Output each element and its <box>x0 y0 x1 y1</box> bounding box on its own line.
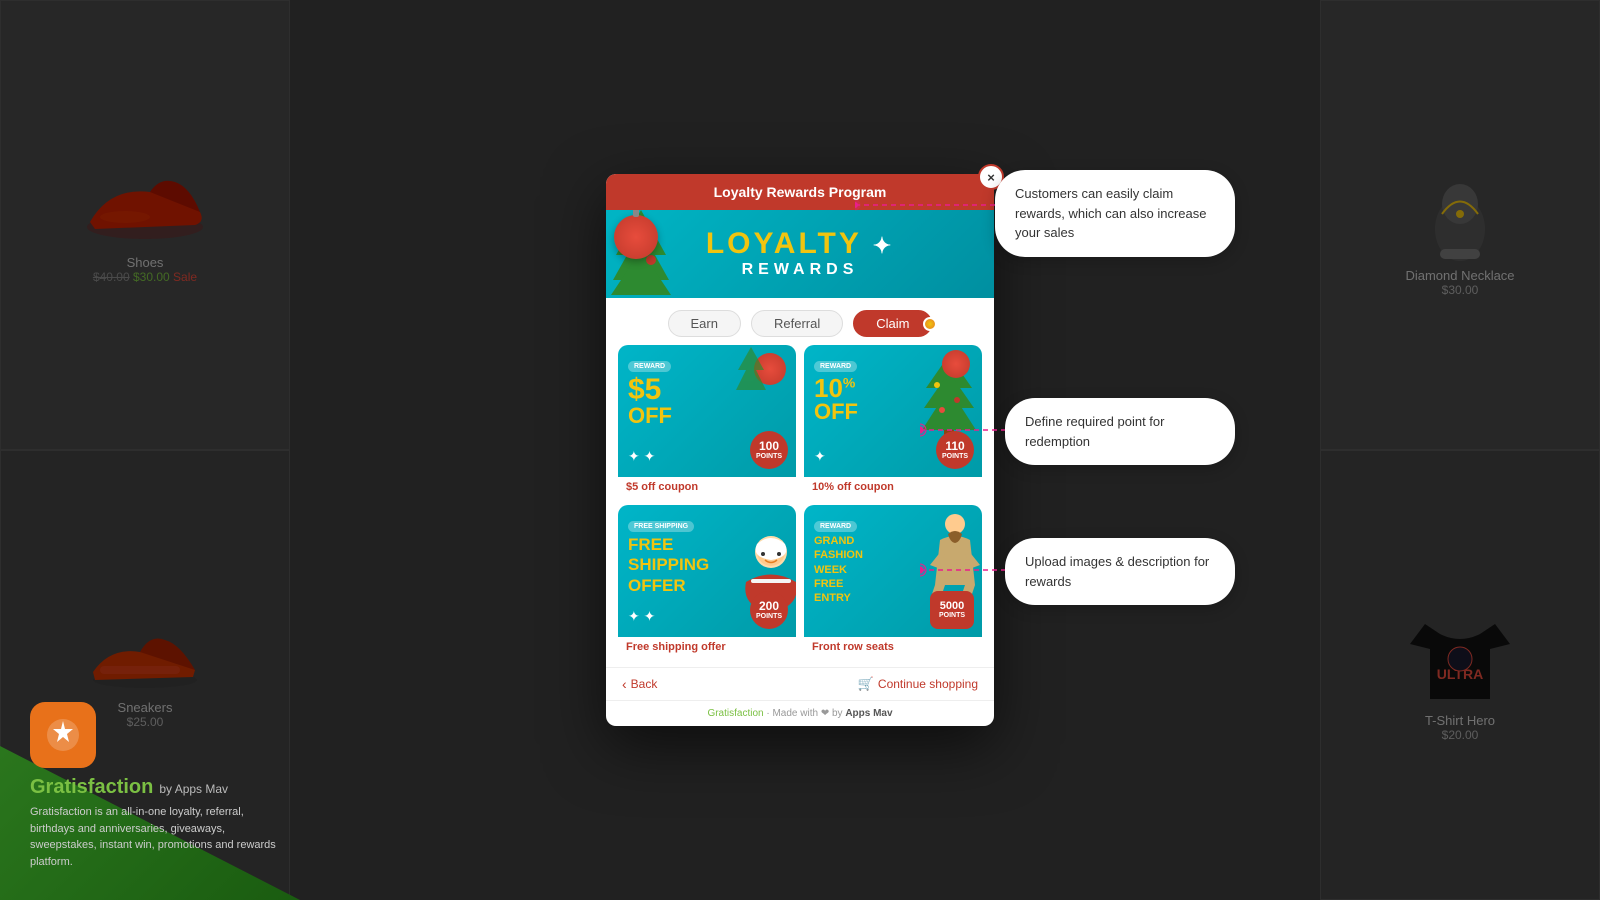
reward-card-bg-4: REWARD GRANDFASHIONWEEKFREEENTRY 5000 PO… <box>804 505 982 637</box>
sparkle-3: ✦ ✦ <box>628 608 655 625</box>
reward-amount-4: GRANDFASHIONWEEKFREEENTRY <box>814 534 894 605</box>
modal-banner: LOYALTY ✦ REWARDS <box>606 210 994 298</box>
reward-card-5off[interactable]: REWARD $5 OFF ✦ ✦ 100 POINTS $5 off coup… <box>618 345 796 497</box>
points-label-3: POINTS <box>756 613 782 621</box>
tab-earn[interactable]: Earn <box>668 310 741 337</box>
reward-badge-4: REWARD <box>814 521 857 532</box>
reward-amount-3: FREESHIPPINGOFFER <box>628 535 718 596</box>
rewards-grid: REWARD $5 OFF ✦ ✦ 100 POINTS $5 off coup… <box>606 345 994 667</box>
continue-label: Continue shopping <box>878 677 978 691</box>
points-label-4: POINTS <box>939 612 965 620</box>
reward-badge-3: FREE SHIPPING <box>628 521 694 532</box>
pine-card-1 <box>736 345 766 405</box>
footer-apps-mav: Apps Mav <box>845 708 892 719</box>
footer-separator: · Made with ❤ by <box>766 708 845 719</box>
points-num-3: 200 <box>759 600 779 613</box>
back-label: Back <box>631 677 658 691</box>
reward-label-2: 10% off coupon <box>804 477 982 497</box>
points-badge-4: 5000 POINTS <box>930 591 974 629</box>
callout-3-text: Upload images & description for rewards <box>1025 554 1209 589</box>
reward-card-bg-2: REWARD 10% OFF ✦ 110 POINTS <box>804 345 982 477</box>
sparkle-2: ✦ <box>814 448 826 465</box>
sparkle-1: ✦ ✦ <box>628 448 655 465</box>
reward-card-bg-1: REWARD $5 OFF ✦ ✦ 100 POINTS <box>618 345 796 477</box>
modal: × Loyalty Rewards Program <box>606 174 994 726</box>
modal-tabs: Earn Referral Claim <box>606 298 994 345</box>
callout-3: Upload images & description for rewards <box>1005 538 1235 605</box>
reward-badge-2: REWARD <box>814 361 857 372</box>
banner-text: LOYALTY ✦ REWARDS <box>706 229 894 279</box>
points-label-2: POINTS <box>942 453 968 461</box>
card-ornament-2 <box>942 350 970 378</box>
tab-referral[interactable]: Referral <box>751 310 843 337</box>
points-num-4: 5000 <box>940 600 964 612</box>
card-pine-1 <box>736 345 766 410</box>
banner-rewards-text: REWARDS <box>706 261 894 279</box>
modal-header: Loyalty Rewards Program <box>606 174 994 210</box>
callout-1: Customers can easily claim rewards, whic… <box>995 170 1235 257</box>
back-chevron-icon: ‹ <box>622 676 627 692</box>
back-button[interactable]: ‹ Back <box>622 676 657 692</box>
modal-brand-footer: Gratisfaction · Made with ❤ by Apps Mav <box>606 700 994 726</box>
reward-card-shipping[interactable]: FREE SHIPPING FREESHIPPINGOFFER ✦ ✦ 200 … <box>618 505 796 657</box>
footer-brand-text: Gratisfaction <box>707 708 763 719</box>
points-badge-2: 110 POINTS <box>936 431 974 469</box>
callout-2-text: Define required point for redemption <box>1025 414 1164 449</box>
tab-claim[interactable]: Claim <box>853 310 932 337</box>
banner-ornament <box>614 215 658 259</box>
modal-title: Loyalty Rewards Program <box>714 184 887 200</box>
continue-shopping-button[interactable]: 🛒 Continue shopping <box>858 676 978 692</box>
callout-2: Define required point for redemption <box>1005 398 1235 465</box>
reward-card-grand[interactable]: REWARD GRANDFASHIONWEEKFREEENTRY 5000 PO… <box>804 505 982 657</box>
reward-badge-1: REWARD <box>628 361 671 372</box>
modal-wrapper: × Loyalty Rewards Program <box>0 0 1600 900</box>
points-num-2: 110 <box>945 440 964 453</box>
tab-active-dot <box>923 317 937 331</box>
points-num-1: 100 <box>759 440 779 453</box>
points-badge-1: 100 POINTS <box>750 431 788 469</box>
points-badge-3: 200 POINTS <box>750 591 788 629</box>
reward-card-10off[interactable]: REWARD 10% OFF ✦ 110 POINTS 10% off coup… <box>804 345 982 497</box>
reward-card-bg-3: FREE SHIPPING FREESHIPPINGOFFER ✦ ✦ 200 … <box>618 505 796 637</box>
points-label-1: POINTS <box>756 453 782 461</box>
reward-label-3: Free shipping offer <box>618 637 796 657</box>
cart-icon: 🛒 <box>858 676 874 692</box>
reward-label-4: Front row seats <box>804 637 982 657</box>
banner-loyalty-text: LOYALTY ✦ <box>706 229 894 259</box>
close-icon: × <box>987 170 995 185</box>
callout-1-text: Customers can easily claim rewards, whic… <box>1015 186 1206 240</box>
modal-footer-nav: ‹ Back 🛒 Continue shopping <box>606 667 994 700</box>
reward-label-1: $5 off coupon <box>618 477 796 497</box>
